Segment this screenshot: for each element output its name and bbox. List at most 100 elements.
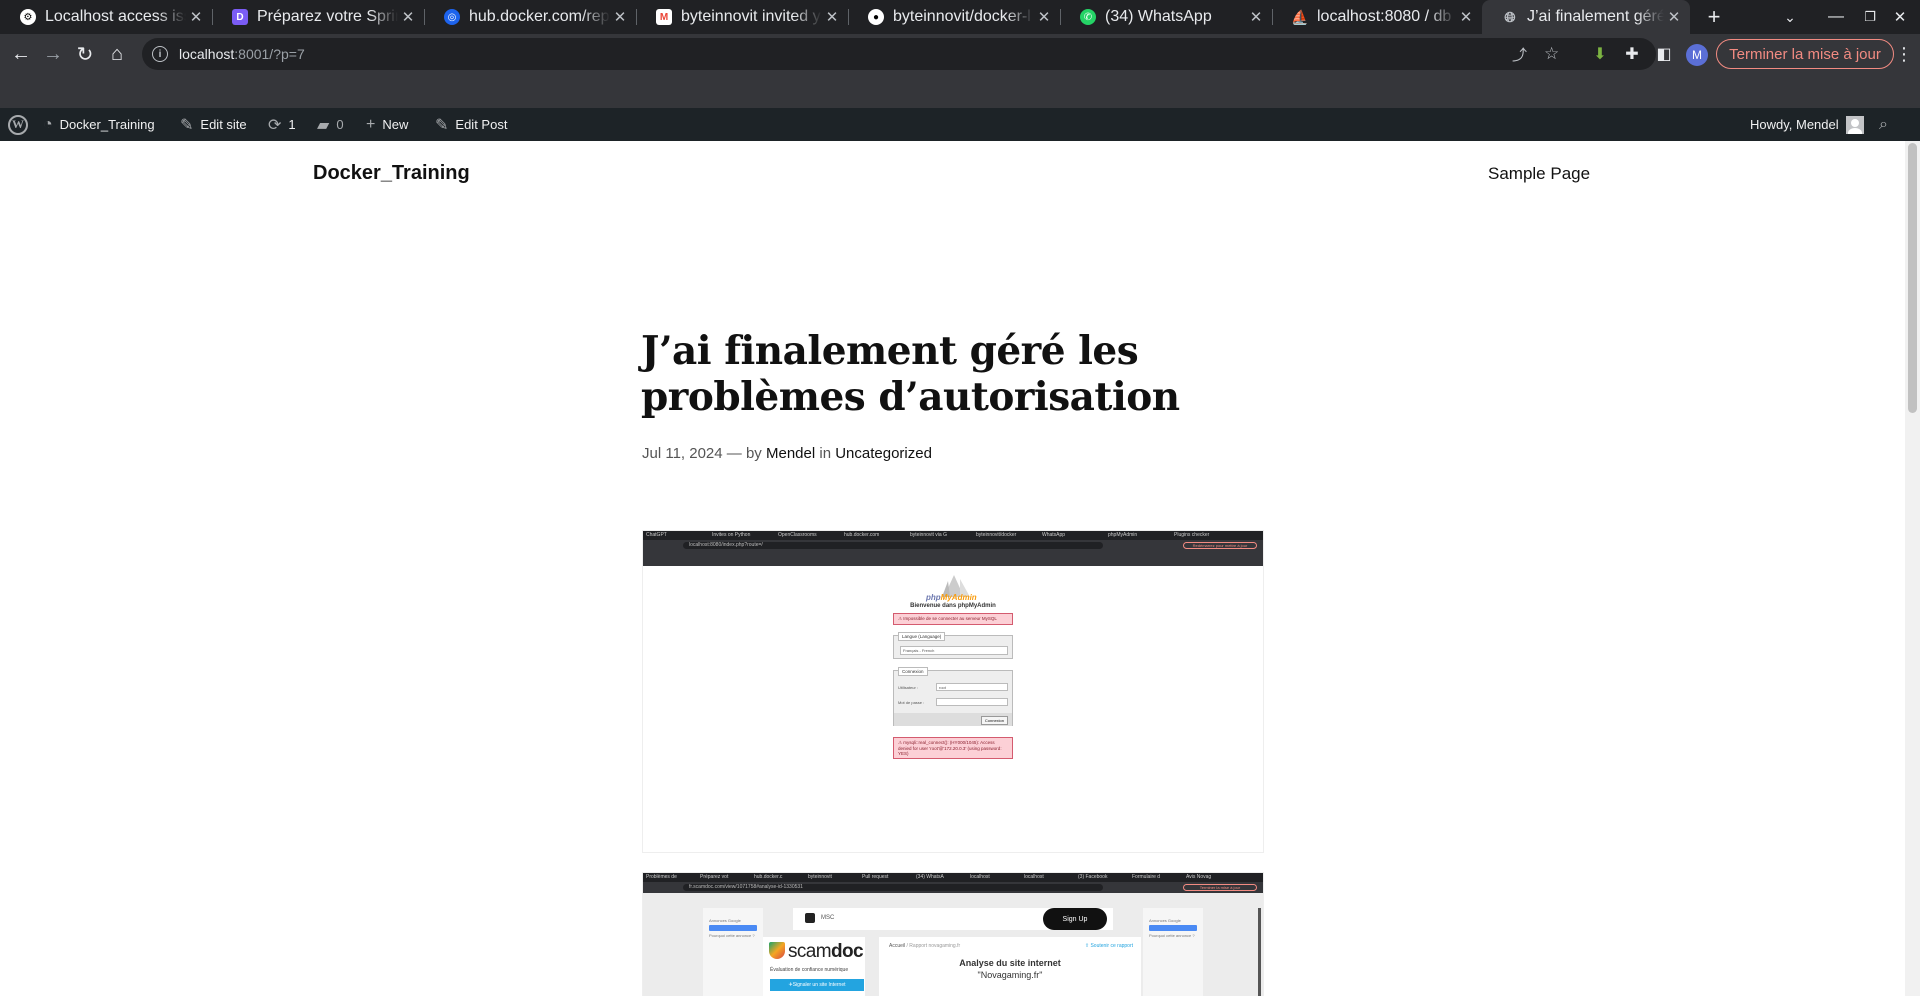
forward-icon[interactable]: → (38, 34, 68, 74)
wordpress-logo-icon[interactable]: W (8, 108, 28, 141)
post-author[interactable]: Mendel (766, 445, 815, 462)
extensions-icon[interactable]: ✚ (1622, 44, 1642, 64)
meta-separator: — (726, 445, 742, 462)
ad-feedback-button (709, 925, 757, 931)
pma-submit-row: Connexion (894, 713, 1012, 726)
scamdoc-analyse-title: Analyse du site internet "Novagaming.fr" (959, 958, 1061, 980)
openai-icon: ⚙ (20, 9, 36, 25)
site-info-icon[interactable]: i (152, 46, 168, 62)
brush-icon: ✎ (180, 116, 194, 134)
image-tab: Problèmes de (646, 874, 677, 880)
site-title[interactable]: Docker_Training (313, 162, 470, 185)
tab-title: J’ai finalement géré (1527, 8, 1664, 25)
comments-link[interactable]: ▰ 0 (317, 108, 344, 141)
admin-site-name-label: Docker_Training (59, 117, 155, 132)
ad-label: Annonces Google (709, 918, 741, 923)
post-date[interactable]: Jul 11, 2024 (642, 445, 723, 462)
search-icon[interactable]: ⌕ (1879, 108, 1888, 141)
window-close-icon[interactable]: ✕ (1888, 0, 1912, 34)
pma-welcome: Bienvenue dans phpMyAdmin (910, 603, 996, 609)
side-panel-icon[interactable]: ◧ (1654, 44, 1674, 64)
meta-in: in (819, 445, 832, 462)
image-update-button: Redémarrez pour mettre à jour (1183, 542, 1257, 549)
phpmyadmin-wordmark: phpMyAdmin (926, 593, 977, 602)
image-tab: localhost (1024, 874, 1044, 880)
browser-tab[interactable]: ✆ (34) WhatsApp ✕ (1060, 0, 1272, 34)
browser-tab[interactable]: D Préparez votre Sprint ✕ (212, 0, 424, 34)
scamdoc-brand-card: scamdoc Évaluation de confiance numériqu… (763, 937, 865, 996)
image-toolbar-spacer (643, 551, 1263, 566)
edit-post-link[interactable]: ✎ Edit Post (435, 108, 507, 141)
scamdoc-tagline: Évaluation de confiance numérique (770, 967, 849, 973)
new-content-link[interactable]: + New (366, 108, 408, 141)
browser-tab[interactable]: ◎ hub.docker.com/rep ✕ (424, 0, 636, 34)
profile-avatar[interactable]: M (1686, 44, 1708, 66)
browser-tab[interactable]: M byteinnovit invited y ✕ (636, 0, 848, 34)
globe-icon: 🌐︎ (1504, 8, 1516, 25)
my-account-link[interactable]: Howdy, Mendel (1750, 108, 1864, 141)
pma-submit-button: Connexion (980, 716, 1008, 725)
page-scrollbar-thumb[interactable] (1908, 143, 1917, 413)
browser-tab[interactable]: ⛵ localhost:8080 / db / ✕ (1272, 0, 1482, 34)
scamdoc-breadcrumb: Accueil / Rapport novagaming.fr (889, 943, 961, 949)
image-tab: localhost (970, 874, 990, 880)
close-icon[interactable]: ✕ (822, 8, 842, 26)
bookmark-star-icon[interactable]: ☆ (1544, 38, 1559, 70)
back-icon[interactable]: ← (6, 34, 36, 74)
minimize-icon[interactable]: — (1824, 0, 1848, 34)
page-scrollbar[interactable] (1905, 141, 1920, 996)
phpmyadmin-icon: ⛵ (1291, 8, 1309, 25)
tab-title: byteinnovit/docker-l (893, 8, 1031, 25)
image-tab: Pull request (862, 874, 889, 880)
browser-tab-active[interactable]: 🌐︎ J’ai finalement géré ✕ (1482, 0, 1690, 34)
close-icon[interactable]: ✕ (1664, 8, 1684, 26)
download-extension-icon[interactable]: ⬇ (1590, 44, 1610, 64)
pma-login-legend: Connexion (898, 667, 928, 676)
close-icon[interactable]: ✕ (1246, 8, 1266, 26)
address-bar[interactable]: i localhost:8001/?p=7 ⤴ ☆ (142, 38, 1656, 70)
reload-icon[interactable]: ↻ (70, 34, 100, 74)
shield-icon (769, 942, 785, 959)
restore-icon[interactable]: ❐ (1858, 0, 1882, 34)
browser-toolbar: ← → ↻ ⌂ i localhost:8001/?p=7 ⤴ ☆ ⬇ ✚ ◧ (0, 34, 1920, 74)
github-icon: ● (868, 9, 884, 25)
post-category[interactable]: Uncategorized (835, 445, 932, 462)
edit-site-link[interactable]: ✎ Edit site (180, 108, 247, 141)
close-icon[interactable]: ✕ (186, 8, 206, 26)
image-tab: WhatsApp (1042, 532, 1066, 538)
pma-language-legend: Langue (Language) (898, 632, 946, 641)
pma-password-label: Mot de passe : (898, 700, 925, 705)
pma-error-text-2: mysqli::real_connect(): (HY000/1045): Ac… (898, 740, 1002, 756)
whatsapp-icon: ✆ (1080, 9, 1096, 25)
home-icon[interactable]: ⌂ (102, 34, 132, 74)
tab-title: localhost:8080 / db / (1317, 8, 1456, 25)
image-tab: Plugins checker (1174, 532, 1210, 538)
image-tab: byteinnovit via G (910, 532, 947, 538)
close-icon[interactable]: ✕ (1034, 8, 1054, 26)
nav-sample-page[interactable]: Sample Page (1488, 164, 1590, 184)
browser-tab[interactable]: ⚙ Localhost access issu ✕ (0, 0, 212, 34)
updates-icon: ⟳ (268, 116, 282, 134)
close-icon[interactable]: ✕ (1456, 8, 1476, 26)
close-icon[interactable]: ✕ (398, 8, 418, 26)
tab-search-icon[interactable]: ⌄ (1778, 0, 1802, 34)
new-tab-button[interactable]: + (1702, 0, 1726, 34)
scamdoc-header: MSC Sign Up (793, 908, 1113, 930)
pma-error-box: ⚠ Impossible de se connecter au serveur … (893, 613, 1013, 625)
close-icon[interactable]: ✕ (610, 8, 630, 26)
image-tab: phpMyAdmin (1108, 532, 1138, 538)
user-avatar (1845, 115, 1864, 134)
image-url: fr.scamdoc.com/view/1071758#analyse-id-1… (683, 884, 1103, 891)
updates-link[interactable]: ⟳ 1 (268, 108, 296, 141)
browser-tab[interactable]: ● byteinnovit/docker-l ✕ (848, 0, 1060, 34)
tab-title: Préparez votre Sprint (257, 8, 398, 25)
browser-tab-strip: ⚙ Localhost access issu ✕ D Préparez vot… (0, 0, 1920, 34)
admin-site-name[interactable]: ◔ Docker_Training (43, 108, 155, 141)
update-button[interactable]: Terminer la mise à jour (1716, 39, 1894, 69)
edit-post-label: Edit Post (455, 117, 508, 132)
share-icon[interactable]: ⤴ (1512, 38, 1527, 70)
docker-icon: ◎ (444, 9, 460, 25)
pma-error-text: Impossible de se connecter au serveur My… (903, 616, 997, 621)
wp-admin-bar: W ◔ Docker_Training ✎ Edit site ⟳ 1 ▰ 0 … (0, 108, 1920, 141)
browser-menu-icon[interactable]: ⋮ (1894, 34, 1914, 74)
